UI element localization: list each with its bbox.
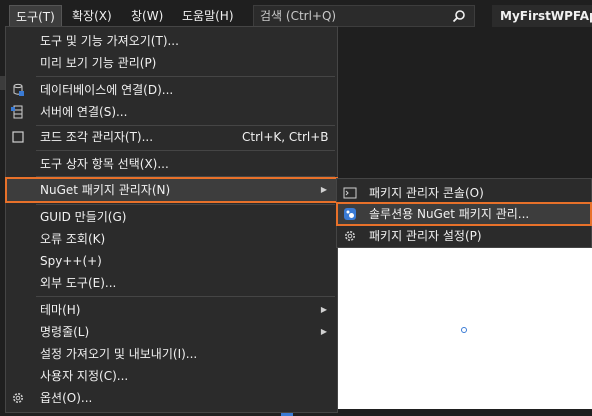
nuget-icon <box>344 208 356 220</box>
menu-separator <box>36 296 335 297</box>
menu-item-preview-features[interactable]: 미리 보기 기능 관리(P) <box>6 52 337 74</box>
menu-item-nuget-package-manager[interactable]: NuGet 패키지 관리자(N) ▶ <box>5 177 338 203</box>
server-connect-icon <box>11 105 23 119</box>
menu-item-shortcut: Ctrl+K, Ctrl+B <box>242 130 329 144</box>
nuget-submenu: 패키지 관리자 콘솔(O) 솔루션용 NuGet 패키지 관리... 패키지 관… <box>336 178 592 248</box>
menu-item-label: 오류 조회(K) <box>40 232 106 246</box>
menu-item-error-lookup[interactable]: 오류 조회(K) <box>6 228 337 250</box>
console-icon <box>343 187 357 199</box>
menu-separator <box>36 204 335 205</box>
gear-icon <box>345 231 355 241</box>
submenu-arrow-icon: ▶ <box>320 305 327 314</box>
menu-item-label: 테마(H) <box>40 303 81 317</box>
menu-item-label: 명령줄(L) <box>40 325 90 339</box>
gear-icon <box>13 393 23 403</box>
menu-item-code-snippets[interactable]: 코드 조각 관리자(T)... Ctrl+K, Ctrl+B <box>6 126 337 148</box>
menu-item-label: 옵션(O)... <box>40 391 93 405</box>
menu-item-label: 서버에 연결(S)... <box>40 105 128 119</box>
design-handle-icon <box>461 327 467 333</box>
menu-item-label: NuGet 패키지 관리자(N) <box>40 183 171 197</box>
menu-separator <box>36 176 335 177</box>
tools-menu: 도구 및 기능 가져오기(T)... 미리 보기 기능 관리(P) 데이터베이스… <box>5 26 338 413</box>
app-title: MyFirstWPFApp <box>492 5 592 27</box>
menu-item-label: 도구 및 기능 가져오기(T)... <box>40 34 179 48</box>
menu-item-label: 외부 도구(E)... <box>40 276 117 290</box>
menu-window[interactable]: 창(W) <box>125 5 169 27</box>
menu-item-label: 데이터베이스에 연결(D)... <box>40 83 174 97</box>
menu-tools[interactable]: 도구(T) <box>9 5 62 27</box>
menu-item-get-tools[interactable]: 도구 및 기능 가져오기(T)... <box>6 30 337 52</box>
code-snippet-icon <box>12 131 24 143</box>
submenu-item-package-manager-settings[interactable]: 패키지 관리자 설정(P) <box>337 225 591 247</box>
menu-separator <box>36 150 335 151</box>
menu-item-theme[interactable]: 테마(H) ▶ <box>6 299 337 321</box>
menu-item-label: 코드 조각 관리자(T)... <box>40 130 154 144</box>
submenu-item-label: 솔루션용 NuGet 패키지 관리... <box>369 207 530 221</box>
submenu-arrow-icon: ▶ <box>320 327 327 336</box>
search-icon[interactable] <box>452 9 466 23</box>
menu-item-create-guid[interactable]: GUID 만들기(G) <box>6 206 337 228</box>
menu-item-label: 사용자 지정(C)... <box>40 369 129 383</box>
menu-item-connect-database[interactable]: 데이터베이스에 연결(D)... <box>6 79 337 101</box>
submenu-item-package-manager-console[interactable]: 패키지 관리자 콘솔(O) <box>337 182 591 204</box>
menu-item-customize[interactable]: 사용자 지정(C)... <box>6 365 337 387</box>
menu-item-spy[interactable]: Spy++(+) <box>6 250 337 272</box>
submenu-item-label: 패키지 관리자 콘솔(O) <box>369 186 484 200</box>
menu-item-options[interactable]: 옵션(O)... <box>6 387 337 409</box>
menu-separator <box>36 76 335 77</box>
menu-item-external-tools[interactable]: 외부 도구(E)... <box>6 272 337 294</box>
submenu-item-manage-nuget-for-solution[interactable]: 솔루션용 NuGet 패키지 관리... <box>336 202 592 226</box>
menu-item-label: 도구 상자 항목 선택(X)... <box>40 157 169 171</box>
menu-item-label: GUID 만들기(G) <box>40 210 127 224</box>
database-connect-icon <box>13 83 24 96</box>
menu-item-command-line[interactable]: 명령줄(L) ▶ <box>6 321 337 343</box>
submenu-item-label: 패키지 관리자 설정(P) <box>369 229 482 243</box>
search-placeholder: 검색 (Ctrl+Q) <box>260 9 337 23</box>
menu-item-import-export-settings[interactable]: 설정 가져오기 및 내보내기(I)... <box>6 343 337 365</box>
menu-item-choose-toolbox-items[interactable]: 도구 상자 항목 선택(X)... <box>6 153 337 175</box>
menu-item-label: Spy++(+) <box>40 254 102 268</box>
menu-help[interactable]: 도움말(H) <box>176 5 240 27</box>
menu-item-label: 설정 가져오기 및 내보내기(I)... <box>40 347 198 361</box>
menu-item-connect-server[interactable]: 서버에 연결(S)... <box>6 101 337 123</box>
search-box[interactable]: 검색 (Ctrl+Q) <box>253 5 475 27</box>
menu-item-label: 미리 보기 기능 관리(P) <box>40 56 157 70</box>
submenu-arrow-icon: ▶ <box>320 185 327 194</box>
menu-extensions[interactable]: 확장(X) <box>66 5 118 27</box>
